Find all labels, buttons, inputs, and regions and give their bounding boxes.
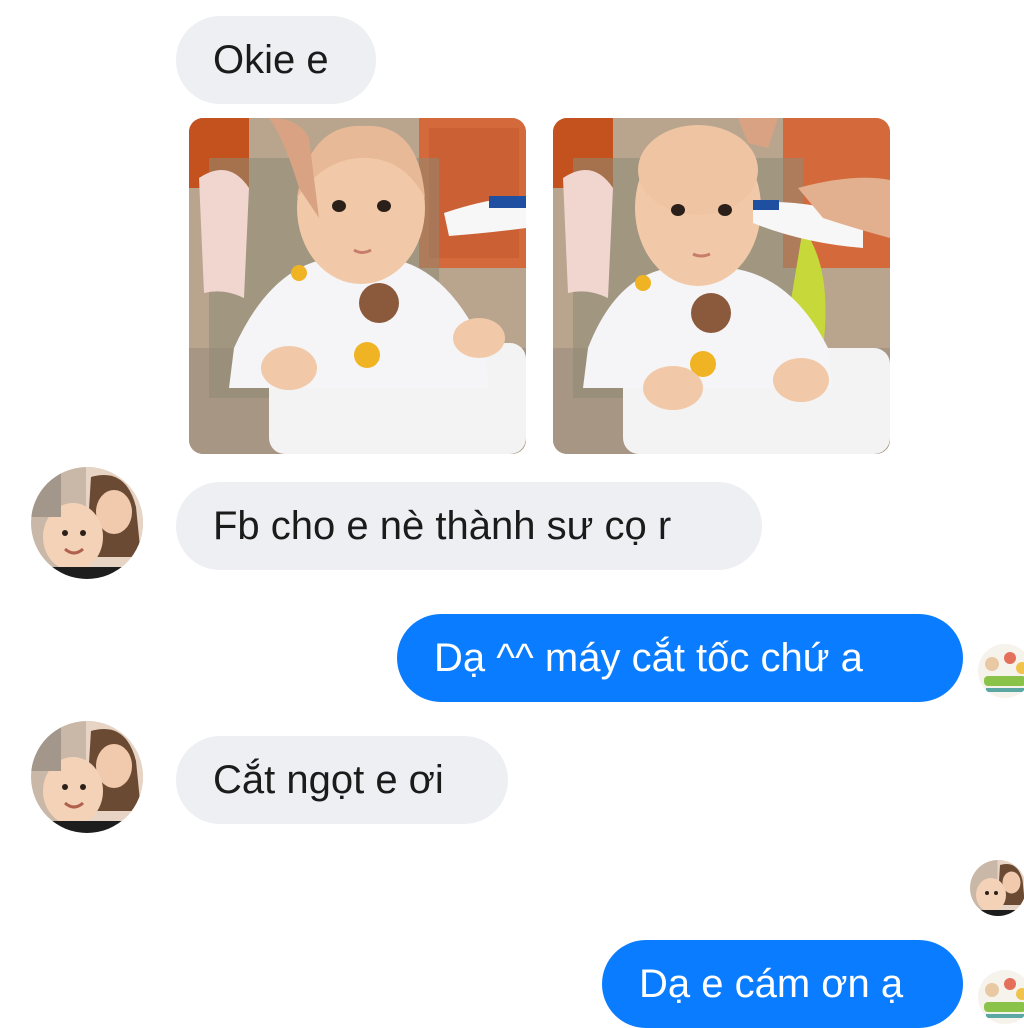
seen-avatar-icon (978, 644, 1024, 698)
page-logo-icon (978, 970, 1024, 1024)
contact-avatar-icon[interactable] (31, 467, 143, 579)
avatar-icon (31, 467, 143, 579)
photo-attachment[interactable] (189, 118, 526, 454)
message-text: Dạ ^^ máy cắt tốc chứ a (434, 638, 863, 678)
message-text: Dạ e cám ơn ạ (639, 964, 903, 1004)
message-bubble-incoming[interactable]: Fb cho e nè thành sư cọ r (176, 482, 762, 570)
message-bubble-incoming[interactable]: Cắt ngọt e ơi (176, 736, 508, 824)
message-text: Cắt ngọt e ơi (213, 760, 444, 800)
message-bubble-incoming[interactable]: Okie e (176, 16, 376, 104)
baby-photo-2 (553, 118, 890, 454)
seen-avatar-icon (970, 860, 1024, 916)
contact-avatar-icon[interactable] (31, 721, 143, 833)
page-logo-icon (978, 644, 1024, 698)
photo-attachment[interactable] (553, 118, 890, 454)
message-text: Okie e (213, 40, 329, 80)
seen-avatar-icon (978, 970, 1024, 1024)
avatar-icon (31, 721, 143, 833)
baby-photo-1 (189, 118, 526, 454)
avatar-icon (970, 860, 1024, 916)
message-bubble-outgoing[interactable]: Dạ e cám ơn ạ (602, 940, 963, 1028)
message-text: Fb cho e nè thành sư cọ r (213, 506, 671, 546)
message-bubble-outgoing[interactable]: Dạ ^^ máy cắt tốc chứ a (397, 614, 963, 702)
